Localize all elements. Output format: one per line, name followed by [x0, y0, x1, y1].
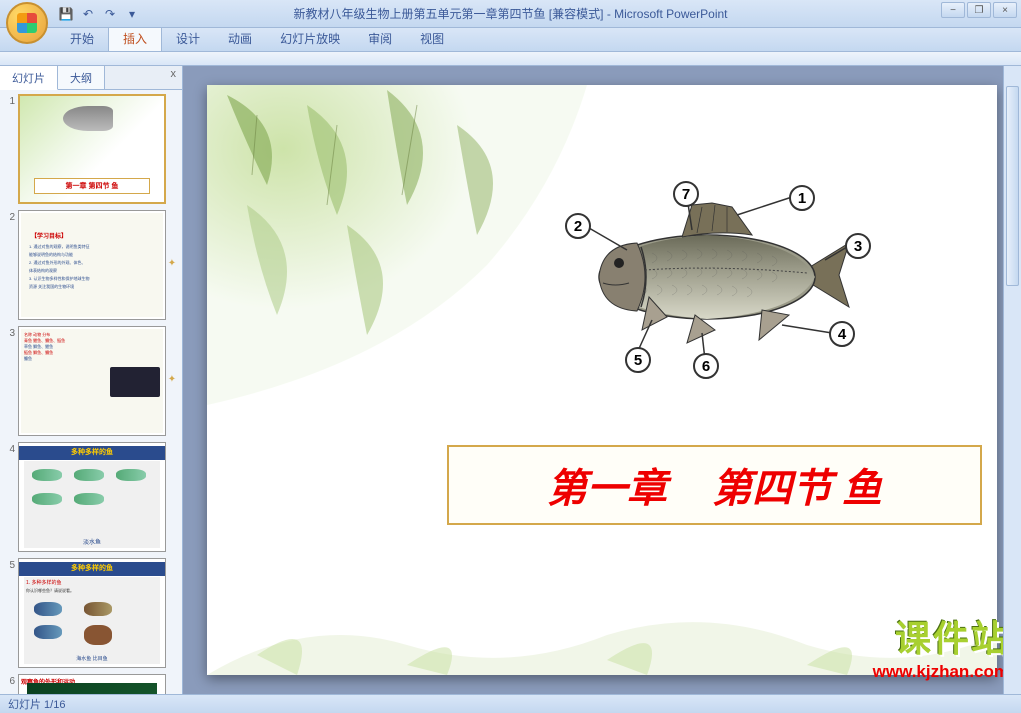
window-controls: − ❐ × — [941, 2, 1017, 18]
fish-label-7: 7 — [673, 181, 699, 207]
slide-number: 6 — [4, 674, 18, 694]
content-area: 幻灯片 大纲 x 1 第一章 第四节 鱼 2 — [0, 66, 1021, 694]
watermark-text: 课件站 — [873, 610, 1009, 662]
slide-canvas[interactable]: 1 2 3 4 5 6 7 第一章 第四节 鱼 — [207, 85, 997, 675]
animation-indicator-icon — [166, 442, 178, 552]
statusbar: 幻灯片 1/16 — [0, 694, 1021, 713]
fish-label-2: 2 — [565, 213, 591, 239]
slide-number: 2 — [4, 210, 18, 320]
slide-title-box: 第一章 第四节 鱼 — [447, 445, 982, 525]
ribbon-tab-home[interactable]: 开始 — [56, 26, 108, 51]
fish-label-3: 3 — [845, 233, 871, 259]
ribbon-tab-animations[interactable]: 动画 — [214, 26, 266, 51]
slide-thumb[interactable]: 【学习目标】 1. 通过对鱼的观察，说明鱼类特征 能够说明鱼的结构与功能 2. … — [18, 210, 166, 320]
slide-thumbnail-6[interactable]: 6 观察鱼的外形和运动 — [4, 674, 178, 694]
slide-thumbnail-3[interactable]: 3 名称 动物 分布 青鱼 鲤鱼、鳙鱼、鲢鱼 草鱼 鲫鱼、鲤鱼 鲢鱼 鲫鱼、鳙鱼… — [4, 326, 178, 436]
fish-label-6: 6 — [693, 353, 719, 379]
animation-indicator-icon: ✦ — [166, 210, 178, 320]
panel-tab-slides[interactable]: 幻灯片 — [0, 66, 58, 90]
ribbon-body — [0, 52, 1021, 66]
panel-tab-outline[interactable]: 大纲 — [58, 66, 105, 89]
undo-icon[interactable]: ↶ — [80, 6, 96, 22]
window-title: 新教材八年级生物上册第五单元第一章第四节鱼 [兼容模式] - Microsoft… — [293, 5, 727, 22]
slide-number: 5 — [4, 558, 18, 668]
scroll-thumb[interactable] — [1006, 86, 1019, 286]
slide-number: 1 — [4, 94, 18, 204]
redo-icon[interactable]: ↷ — [102, 6, 118, 22]
slide-thumbnail-2[interactable]: 2 【学习目标】 1. 通过对鱼的观察，说明鱼类特征 能够说明鱼的结构与功能 2… — [4, 210, 178, 320]
qat-dropdown-icon[interactable]: ▾ — [124, 6, 140, 22]
animation-indicator-icon — [166, 558, 178, 668]
slide-thumb[interactable]: 多种多样的鱼 淡水鱼 — [18, 442, 166, 552]
fish-label-1: 1 — [789, 185, 815, 211]
slide-thumb[interactable]: 第一章 第四节 鱼 — [18, 94, 166, 204]
watermark-url: www.kjzhan.com — [873, 662, 1009, 682]
slide-counter: 幻灯片 1/16 — [8, 696, 65, 712]
title-chapter: 第一章 — [547, 456, 667, 514]
title-section: 第四节 鱼 — [712, 456, 882, 514]
slide-thumb[interactable]: 多种多样的鱼 1. 多种多样的鱼 你认识哪些鱼？请说说看。 海水鱼 比目鱼 — [18, 558, 166, 668]
ribbon-tab-slideshow[interactable]: 幻灯片放映 — [266, 26, 354, 51]
ribbon-tab-insert[interactable]: 插入 — [108, 25, 162, 51]
leaf-background — [207, 85, 587, 405]
slides-list[interactable]: 1 第一章 第四节 鱼 2 【学习目标】 1. 通过对鱼的观察，说明鱼类特征 能… — [0, 90, 182, 694]
ribbon-tabs: 开始 插入 设计 动画 幻灯片放映 审阅 视图 — [0, 28, 1021, 52]
minimize-button[interactable]: − — [941, 2, 965, 18]
save-icon[interactable]: 💾 — [58, 6, 74, 22]
animation-indicator-icon: ✦ — [166, 326, 178, 436]
slide-thumbnail-4[interactable]: 4 多种多样的鱼 淡水鱼 — [4, 442, 178, 552]
slide-thumb[interactable]: 观察鱼的外形和运动 — [18, 674, 166, 694]
ribbon-tab-review[interactable]: 审阅 — [354, 26, 406, 51]
quick-access-toolbar: 💾 ↶ ↷ ▾ — [58, 6, 140, 22]
animation-indicator-icon — [166, 94, 178, 204]
fish-diagram: 1 2 3 4 5 6 7 — [537, 185, 877, 375]
close-button[interactable]: × — [993, 2, 1017, 18]
fish-label-5: 5 — [625, 347, 651, 373]
titlebar: 💾 ↶ ↷ ▾ 新教材八年级生物上册第五单元第一章第四节鱼 [兼容模式] - M… — [0, 0, 1021, 28]
slide-number: 4 — [4, 442, 18, 552]
slide-panel: 幻灯片 大纲 x 1 第一章 第四节 鱼 2 — [0, 66, 183, 694]
panel-tabs: 幻灯片 大纲 x — [0, 66, 182, 90]
slide-thumbnail-5[interactable]: 5 多种多样的鱼 1. 多种多样的鱼 你认识哪些鱼？请说说看。 海水鱼 比目鱼 — [4, 558, 178, 668]
restore-button[interactable]: ❐ — [967, 2, 991, 18]
watermark: 课件站 www.kjzhan.com — [873, 610, 1009, 682]
slide-number: 3 — [4, 326, 18, 436]
office-button[interactable] — [6, 2, 48, 44]
ribbon-tab-design[interactable]: 设计 — [162, 26, 214, 51]
slide-thumb[interactable]: 名称 动物 分布 青鱼 鲤鱼、鳙鱼、鲢鱼 草鱼 鲫鱼、鲤鱼 鲢鱼 鲫鱼、鳙鱼 鳙… — [18, 326, 166, 436]
panel-close-button[interactable]: x — [165, 66, 183, 89]
ribbon-tab-view[interactable]: 视图 — [406, 26, 458, 51]
vertical-scrollbar[interactable] — [1003, 66, 1021, 694]
slide-thumbnail-1[interactable]: 1 第一章 第四节 鱼 — [4, 94, 178, 204]
fish-label-4: 4 — [829, 321, 855, 347]
animation-indicator-icon — [166, 674, 178, 694]
main-slide-area: 1 2 3 4 5 6 7 第一章 第四节 鱼 课件站 www.kjzhan.c… — [183, 66, 1021, 694]
